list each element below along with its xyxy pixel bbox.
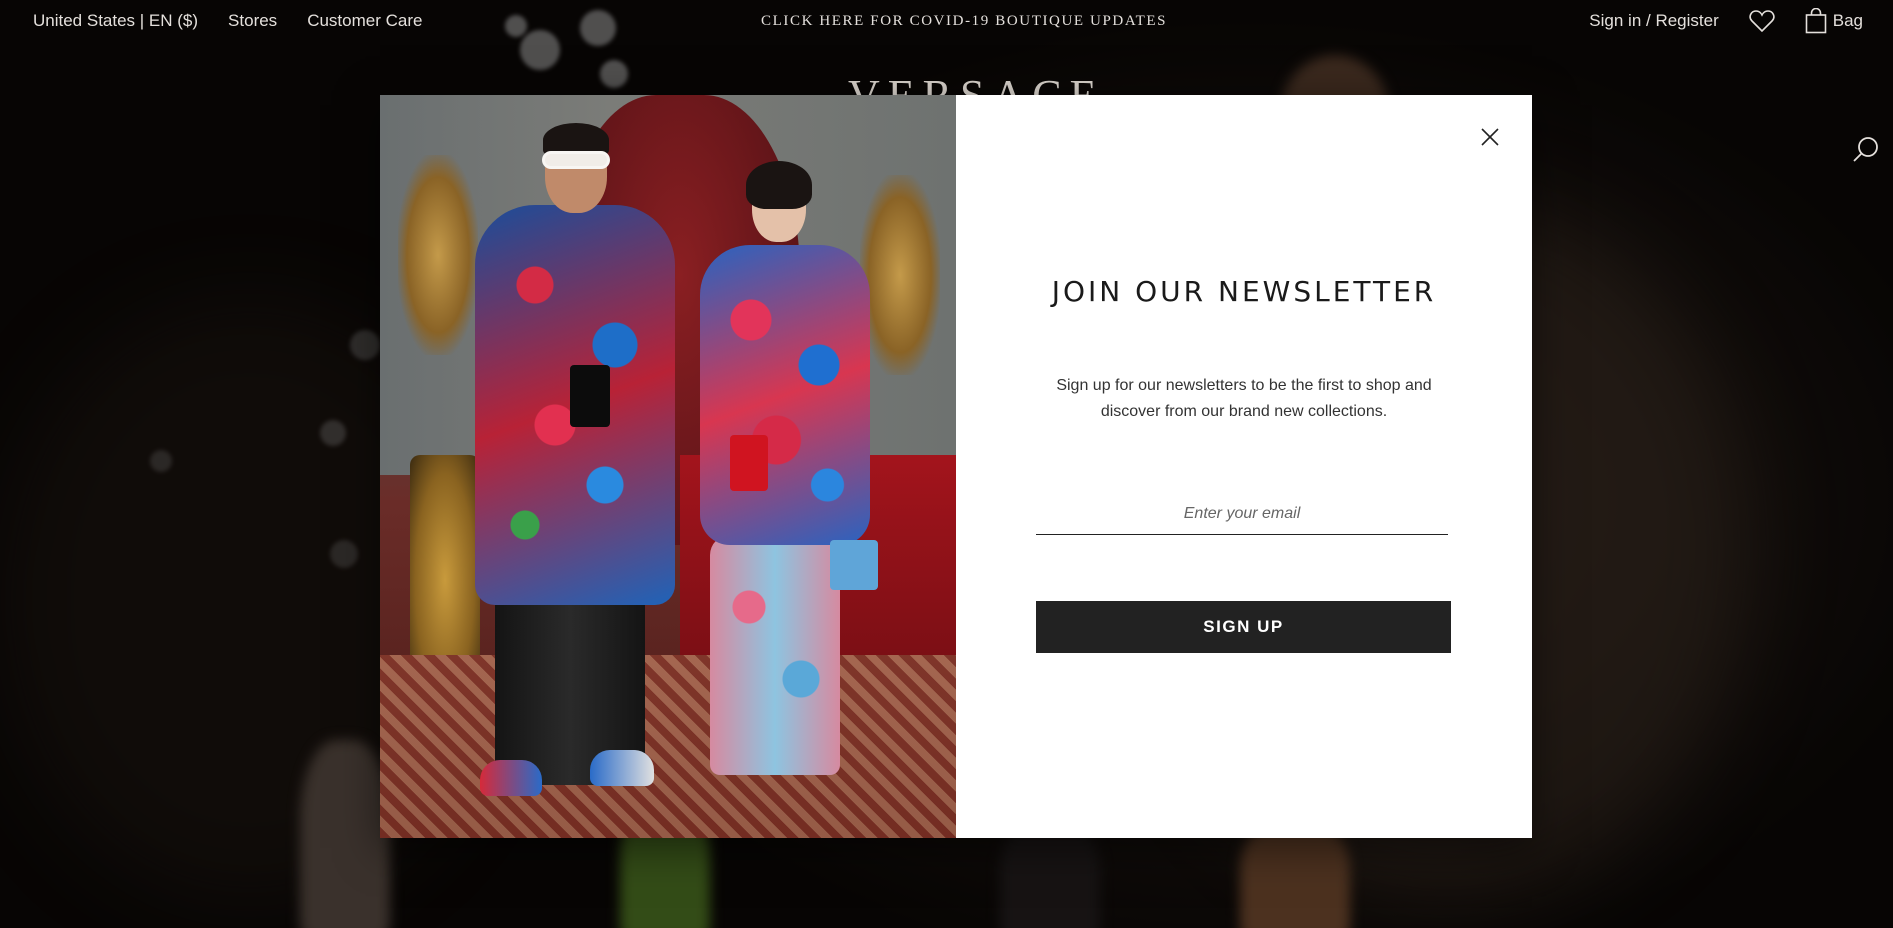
email-input[interactable] [1036,493,1448,535]
covid-banner-link[interactable]: CLICK HERE FOR COVID-19 BOUTIQUE UPDATES [761,13,1167,30]
newsletter-modal: JOIN OUR NEWSLETTER Sign up for our news… [380,95,1532,838]
newsletter-campaign-image [380,95,956,838]
locale-selector[interactable]: United States | EN ($) [33,11,198,31]
bag-label: Bag [1832,11,1863,30]
shopping-bag-icon [1805,8,1827,34]
stores-link[interactable]: Stores [228,11,277,31]
top-navigation: United States | EN ($) Stores Customer C… [0,0,1893,44]
newsletter-form-panel: JOIN OUR NEWSLETTER Sign up for our news… [956,95,1532,838]
newsletter-title: JOIN OUR NEWSLETTER [1051,275,1437,308]
search-button[interactable] [1852,135,1880,168]
newsletter-description: Sign up for our newsletters to be the fi… [1056,377,1432,420]
bag-button[interactable]: Bag [1805,8,1863,34]
close-modal-button[interactable] [1476,123,1504,151]
wishlist-button[interactable] [1749,9,1775,33]
customer-care-link[interactable]: Customer Care [307,11,422,31]
heart-icon [1749,10,1775,33]
sign-up-button[interactable]: SIGN UP [1036,601,1451,653]
search-icon [1853,137,1878,162]
sign-in-link[interactable]: Sign in / Register [1589,11,1718,31]
close-icon [1481,128,1499,146]
